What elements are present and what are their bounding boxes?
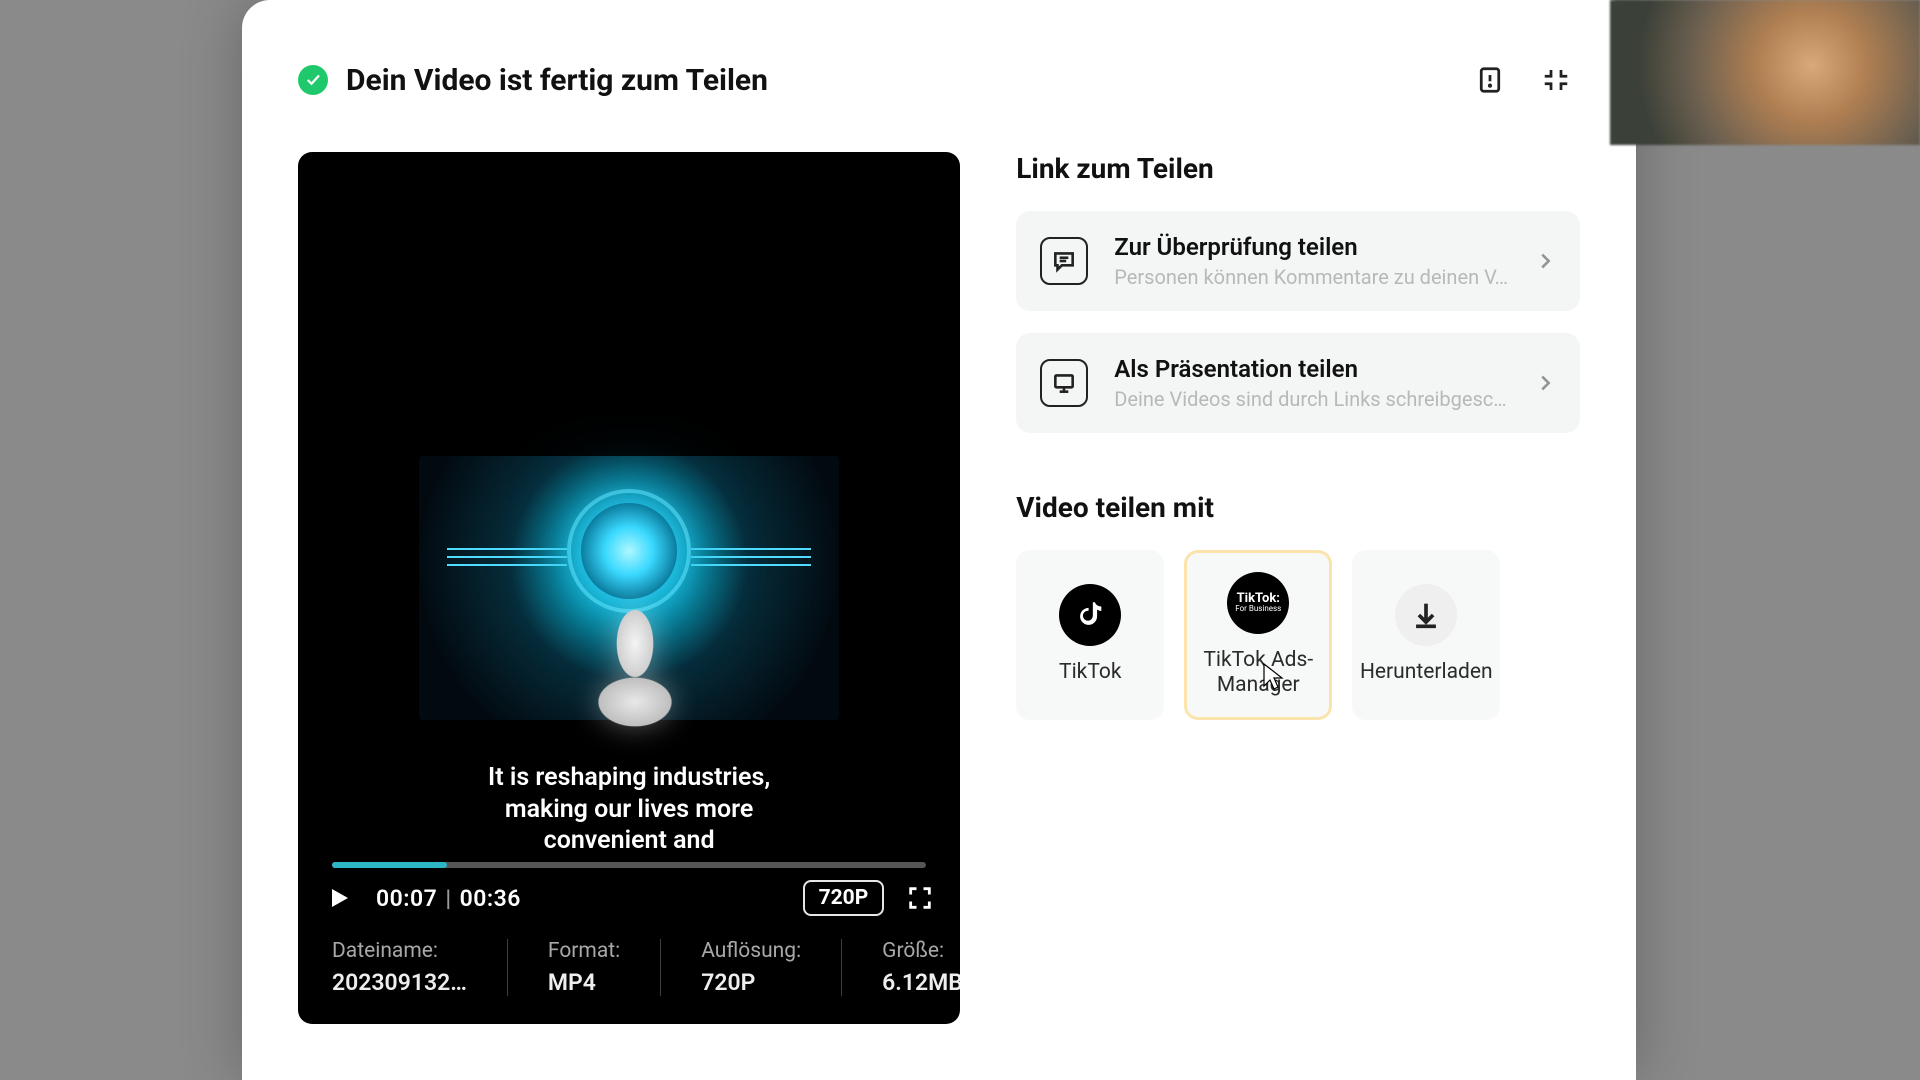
share-presentation-title: Als Präsentation teilen (1114, 355, 1508, 383)
meta-resolution-value: 720P (701, 969, 801, 996)
meta-size-label: Größe: (882, 939, 960, 963)
collapse-icon[interactable] (1532, 56, 1580, 104)
share-tiktok[interactable]: TikTok (1016, 550, 1164, 720)
meta-format-value: MP4 (548, 969, 620, 996)
share-panel: Link zum Teilen Zur Überprüfung teilen P… (1016, 152, 1580, 1040)
meta-format-label: Format: (548, 939, 620, 963)
progress-bar[interactable] (332, 862, 926, 868)
share-with-title: Video teilen mit (1016, 491, 1580, 524)
video-controls: 00:07|00:36 720P (322, 874, 936, 922)
video-caption: It is reshaping industries, making our l… (298, 762, 960, 856)
share-presentation-subtitle: Deine Videos sind durch Links schreibges… (1114, 387, 1508, 411)
share-tiktok-ads-manager[interactable]: TikTok:For Business TikTok Ads-Manager (1184, 550, 1332, 720)
modal-header: Dein Video ist fertig zum Teilen (298, 56, 1580, 104)
modal-title: Dein Video ist fertig zum Teilen (346, 63, 1448, 98)
meta-filename-label: Dateiname: (332, 939, 467, 963)
download-icon (1395, 584, 1457, 646)
share-tiktok-label: TikTok (1053, 660, 1127, 685)
share-review-title: Zur Überprüfung teilen (1114, 233, 1508, 261)
chevron-right-icon (1534, 372, 1556, 394)
success-check-icon (298, 65, 328, 95)
meta-filename-value: 202309132… (332, 969, 467, 996)
fullscreen-button[interactable] (904, 882, 936, 914)
video-still (419, 456, 839, 720)
meta-resolution-label: Auflösung: (701, 939, 801, 963)
tiktok-business-icon: TikTok:For Business (1227, 572, 1289, 634)
share-review-subtitle: Personen können Kommentare zu deinen V… (1114, 265, 1508, 289)
video-preview: It is reshaping industries, making our l… (298, 152, 960, 1024)
download-tile[interactable]: Herunterladen (1352, 550, 1500, 720)
play-button[interactable] (322, 881, 356, 915)
presentation-icon (1040, 359, 1088, 407)
report-button[interactable] (1466, 56, 1514, 104)
comment-icon (1040, 237, 1088, 285)
duration: 00:36 (460, 885, 521, 912)
share-modal: Dein Video ist fertig zum Teilen (242, 0, 1636, 1080)
time-display: 00:07|00:36 (376, 885, 521, 912)
share-for-review-card[interactable]: Zur Überprüfung teilen Personen können K… (1016, 211, 1580, 311)
current-time: 00:07 (376, 885, 437, 912)
link-section-title: Link zum Teilen (1016, 152, 1580, 185)
chevron-right-icon (1534, 250, 1556, 272)
meta-size-value: 6.12MB (882, 969, 960, 996)
tiktok-icon (1059, 584, 1121, 646)
webcam-overlay (1610, 0, 1920, 145)
download-label: Herunterladen (1354, 660, 1499, 685)
share-as-presentation-card[interactable]: Als Präsentation teilen Deine Videos sin… (1016, 333, 1580, 433)
quality-badge[interactable]: 720P (803, 880, 885, 916)
video-metadata: Dateiname: 202309132… Format: MP4 Auflös… (298, 919, 960, 1024)
share-tiktok-ads-label: TikTok Ads-Manager (1184, 648, 1332, 698)
progress-fill (332, 862, 447, 868)
